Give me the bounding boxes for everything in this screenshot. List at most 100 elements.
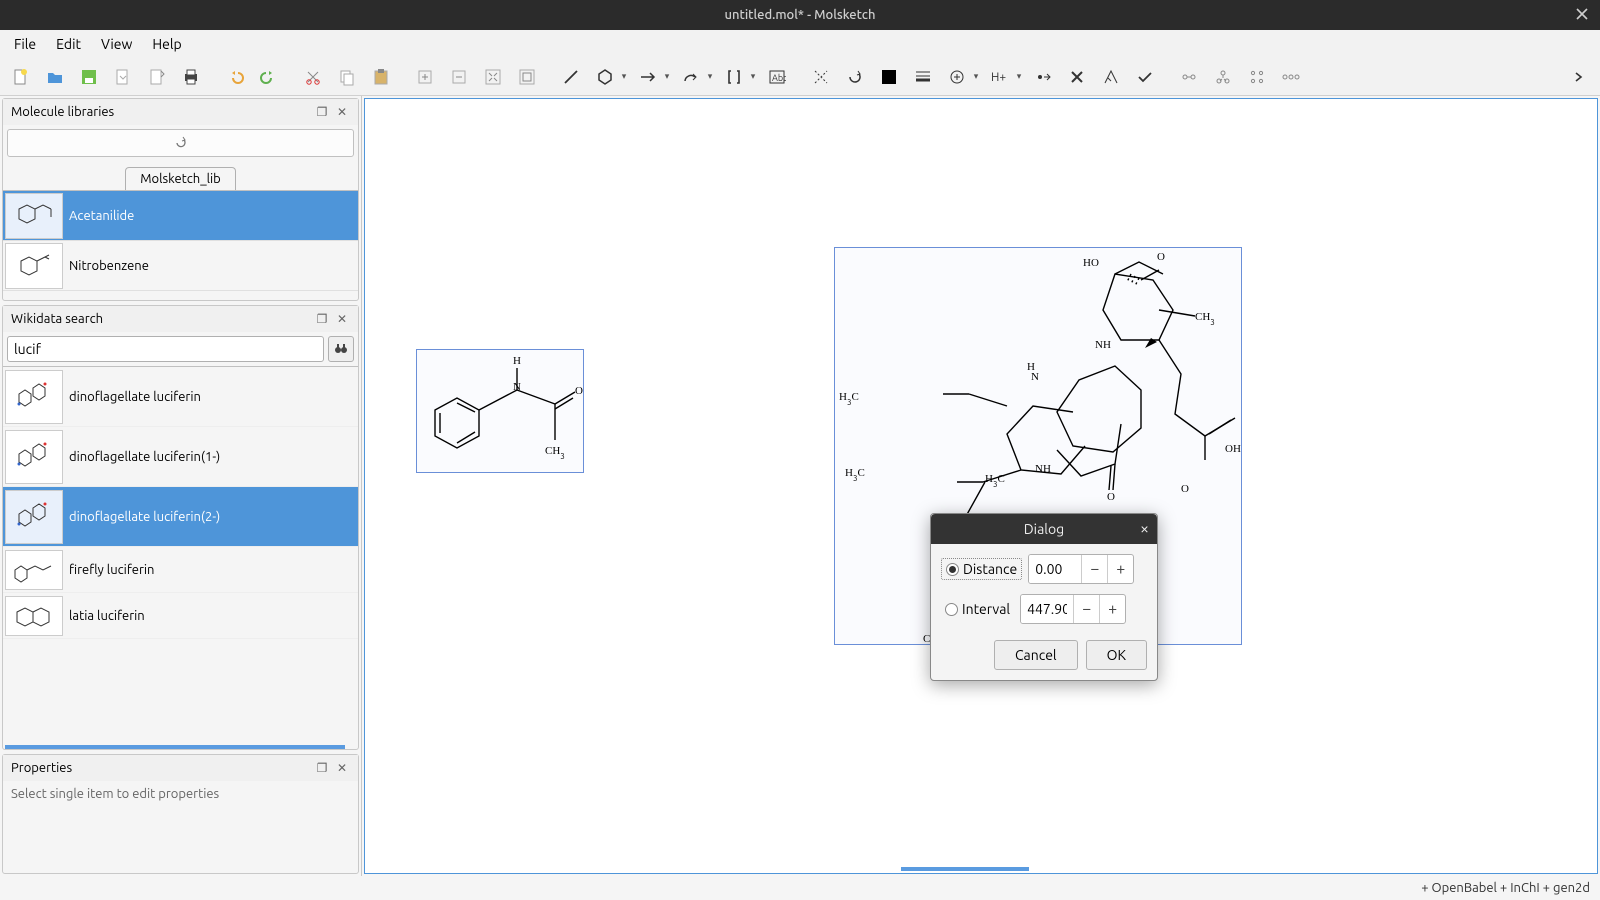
save-file-icon[interactable] xyxy=(76,64,102,90)
align-tool-icon[interactable] xyxy=(1098,64,1124,90)
lonepair-tool-icon[interactable] xyxy=(1030,64,1056,90)
wikidata-search-button[interactable] xyxy=(328,336,354,362)
interval-input[interactable] xyxy=(1021,595,1073,623)
panel-title-wikidata: Wikidata search xyxy=(11,312,310,326)
paste-icon[interactable] xyxy=(368,64,394,90)
delete-tool-icon[interactable] xyxy=(1064,64,1090,90)
wikidata-search-input[interactable] xyxy=(7,336,324,362)
ring-dropdown-icon[interactable]: ▾ xyxy=(619,71,629,82)
rotate-tool-icon[interactable] xyxy=(842,64,868,90)
print-icon[interactable] xyxy=(178,64,204,90)
zoom-out-icon[interactable] xyxy=(446,64,472,90)
arrow-tool-icon[interactable] xyxy=(635,64,661,90)
atom-tool-2-icon[interactable] xyxy=(1210,64,1236,90)
copy-icon[interactable] xyxy=(334,64,360,90)
hydrogen-tool-icon[interactable]: H+ xyxy=(987,64,1013,90)
panel-close-icon[interactable]: ✕ xyxy=(334,311,350,327)
svg-text:CH3: CH3 xyxy=(1195,311,1215,327)
panel-close-icon[interactable]: ✕ xyxy=(334,760,350,776)
charge-dropdown-icon[interactable]: ▾ xyxy=(971,71,981,82)
redo-icon[interactable] xyxy=(256,64,282,90)
panel-float-icon[interactable]: ❐ xyxy=(314,311,330,327)
undo-icon[interactable] xyxy=(222,64,248,90)
cut-icon[interactable] xyxy=(300,64,326,90)
window-close-icon[interactable] xyxy=(1574,6,1590,22)
dialog-titlebar[interactable]: Dialog × xyxy=(931,514,1157,544)
zoom-in-icon[interactable] xyxy=(412,64,438,90)
library-tab[interactable]: Molsketch_lib xyxy=(125,167,236,190)
svg-text:HO: HO xyxy=(1083,257,1099,269)
distance-input[interactable] xyxy=(1029,555,1081,583)
binoculars-icon xyxy=(333,341,349,357)
atom-tool-4-icon[interactable] xyxy=(1278,64,1304,90)
zoom-reset-icon[interactable] xyxy=(514,64,540,90)
menu-edit[interactable]: Edit xyxy=(46,32,91,56)
svg-text:Abc: Abc xyxy=(772,73,786,83)
curve-arrow-dropdown-icon[interactable]: ▾ xyxy=(705,71,715,82)
charge-tool-icon[interactable] xyxy=(944,64,970,90)
panel-molecule-libraries: Molecule libraries ❐ ✕ Molsketch_lib Ace… xyxy=(2,98,359,301)
dialog-cancel-button[interactable]: Cancel xyxy=(994,640,1078,670)
export-icon[interactable] xyxy=(144,64,170,90)
scroll-indicator[interactable] xyxy=(5,745,345,749)
curve-arrow-tool-icon[interactable] xyxy=(678,64,704,90)
wikidata-result-item[interactable]: dinoflagellate luciferin(2-) xyxy=(3,487,358,547)
statusbar: + OpenBabel + InChI + gen2d xyxy=(0,876,1600,900)
svg-text:H+: H+ xyxy=(991,71,1006,84)
wikidata-result-item[interactable]: dinoflagellate luciferin(1-) xyxy=(3,427,358,487)
panel-float-icon[interactable]: ❐ xyxy=(314,104,330,120)
svg-text:H3C: H3C xyxy=(839,391,859,407)
molecule-thumb-icon xyxy=(5,370,63,424)
new-file-icon[interactable] xyxy=(8,64,34,90)
window-titlebar: untitled.mol* - Molsketch xyxy=(0,0,1600,30)
dialog-close-icon[interactable]: × xyxy=(1140,520,1149,538)
select-tool-icon[interactable] xyxy=(808,64,834,90)
svg-text:NH: NH xyxy=(1095,339,1111,351)
ring-tool-icon[interactable] xyxy=(592,64,618,90)
draw-tool-icon[interactable] xyxy=(558,64,584,90)
wikidata-result-item[interactable]: firefly luciferin xyxy=(3,547,358,593)
text-tool-icon[interactable]: Abc xyxy=(764,64,790,90)
statusbar-text: + OpenBabel + InChI + gen2d xyxy=(1421,881,1590,895)
library-item-acetanilide[interactable]: Acetanilide xyxy=(3,191,358,241)
dialog-title: Dialog xyxy=(1024,521,1064,537)
canvas-scroll-indicator[interactable] xyxy=(901,867,1029,871)
linewidth-tool-icon[interactable] xyxy=(910,64,936,90)
arrow-dropdown-icon[interactable]: ▾ xyxy=(662,71,672,82)
menu-view[interactable]: View xyxy=(91,32,142,56)
radio-distance-label: Distance xyxy=(963,561,1017,577)
menu-file[interactable]: File xyxy=(4,32,46,56)
distance-increment-button[interactable]: + xyxy=(1107,555,1133,583)
library-item-nitrobenzene[interactable]: Nitrobenzene xyxy=(3,241,358,291)
panel-close-icon[interactable]: ✕ xyxy=(334,104,350,120)
atom-tool-1-icon[interactable] xyxy=(1176,64,1202,90)
library-item-label: Acetanilide xyxy=(69,209,134,223)
library-refresh-button[interactable] xyxy=(7,129,354,157)
bracket-dropdown-icon[interactable]: ▾ xyxy=(748,71,758,82)
panel-properties: Properties ❐ ✕ Select single item to edi… xyxy=(2,754,359,874)
radio-distance[interactable]: Distance xyxy=(941,558,1022,580)
molecule-thumb-icon xyxy=(5,243,63,289)
properties-placeholder: Select single item to edit properties xyxy=(3,781,358,807)
bracket-tool-icon[interactable] xyxy=(721,64,747,90)
wikidata-result-item[interactable]: latia luciferin xyxy=(3,593,358,639)
interval-increment-button[interactable]: + xyxy=(1099,595,1125,623)
panel-float-icon[interactable]: ❐ xyxy=(314,760,330,776)
atom-tool-3-icon[interactable] xyxy=(1244,64,1270,90)
hydrogen-dropdown-icon[interactable]: ▾ xyxy=(1014,71,1024,82)
selection-box[interactable]: H N O CH3 xyxy=(416,349,584,473)
interval-decrement-button[interactable]: − xyxy=(1073,595,1099,623)
wikidata-result-item[interactable]: dinoflagellate luciferin xyxy=(3,367,358,427)
zoom-fit-icon[interactable] xyxy=(480,64,506,90)
svg-text:N: N xyxy=(513,381,521,393)
overflow-icon[interactable] xyxy=(1566,64,1592,90)
radio-interval[interactable]: Interval xyxy=(941,599,1014,619)
color-tool-icon[interactable] xyxy=(876,64,902,90)
menu-help[interactable]: Help xyxy=(142,32,191,56)
dialog-ok-button[interactable]: OK xyxy=(1086,640,1147,670)
cleanup-tool-icon[interactable] xyxy=(1132,64,1158,90)
save-as-icon[interactable] xyxy=(110,64,136,90)
drawing-canvas[interactable]: H N O CH3 xyxy=(364,98,1598,874)
distance-decrement-button[interactable]: − xyxy=(1081,555,1107,583)
open-file-icon[interactable] xyxy=(42,64,68,90)
